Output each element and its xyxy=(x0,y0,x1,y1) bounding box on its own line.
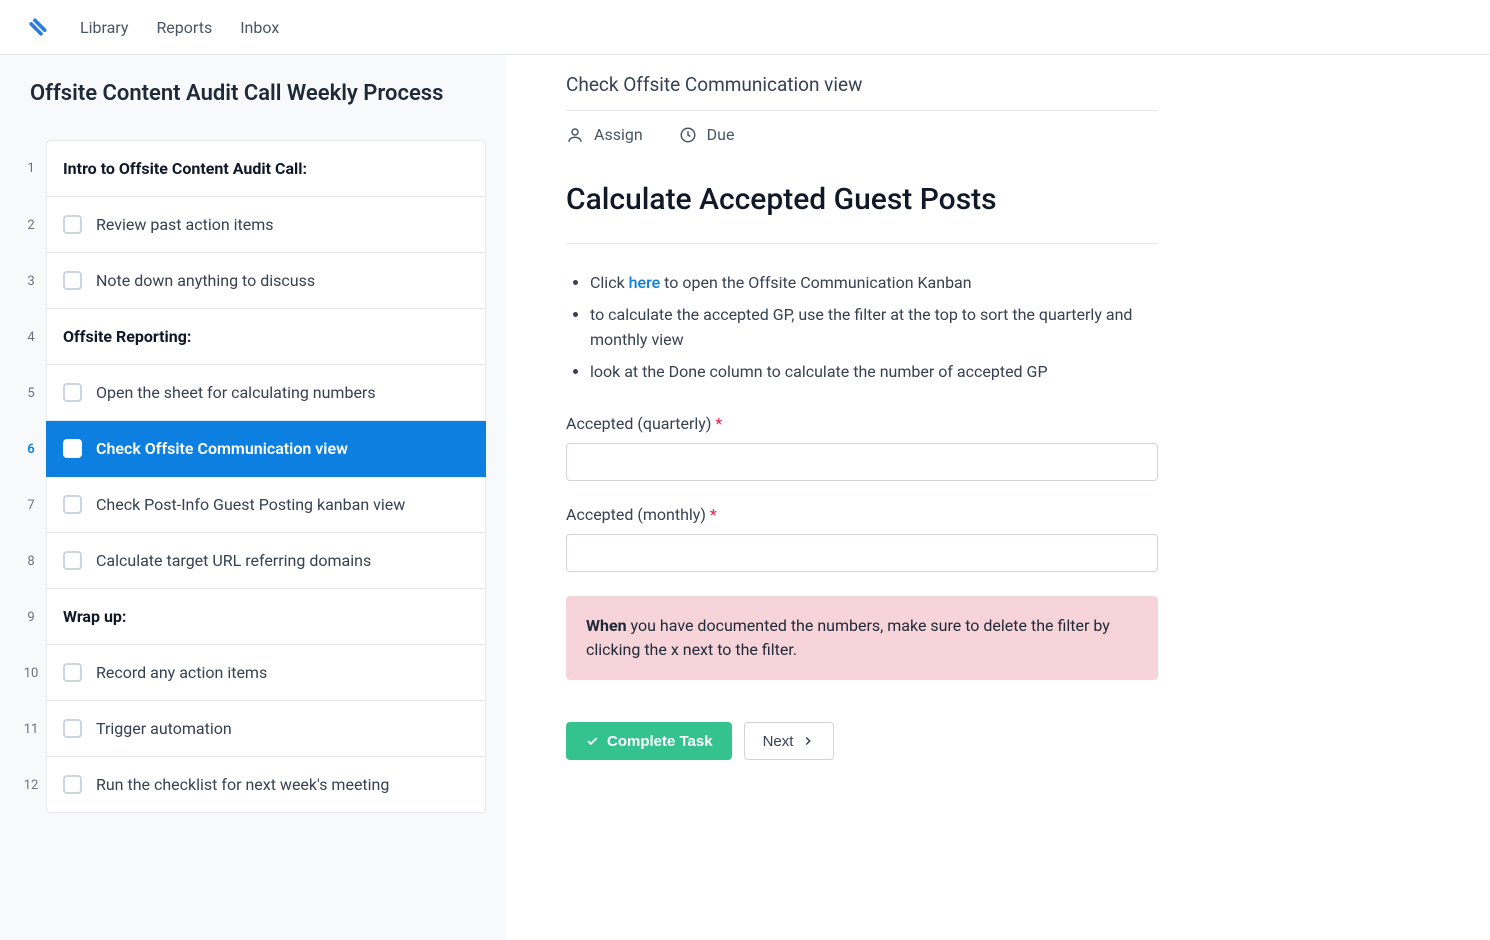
step-row: 12 Run the checklist for next week's meet… xyxy=(16,757,486,813)
instructions-list: Click here to open the Offsite Communica… xyxy=(566,270,1158,384)
step-checkbox[interactable] xyxy=(63,383,82,402)
step-item[interactable]: Note down anything to discuss xyxy=(46,253,486,309)
step-label: Calculate target URL referring domains xyxy=(96,551,371,570)
step-label: Trigger automation xyxy=(96,719,232,738)
task-actions: Complete Task Next xyxy=(566,722,1158,760)
instruction-item: look at the Done column to calculate the… xyxy=(590,359,1158,385)
assign-label: Assign xyxy=(594,125,643,144)
user-icon xyxy=(566,126,584,144)
main-nav: Library Reports Inbox xyxy=(80,18,279,37)
step-label: Check Post-Info Guest Posting kanban vie… xyxy=(96,495,405,514)
clock-icon xyxy=(679,126,697,144)
step-checkbox[interactable] xyxy=(63,215,82,234)
step-checkbox[interactable] xyxy=(63,495,82,514)
step-checkbox[interactable] xyxy=(63,719,82,738)
field-accepted-monthly: Accepted (monthly) * xyxy=(566,505,1158,572)
task-breadcrumb: Check Offsite Communication view xyxy=(566,73,1158,111)
step-label: Review past action items xyxy=(96,215,274,234)
step-heading: Offsite Reporting: xyxy=(46,309,486,365)
nav-reports[interactable]: Reports xyxy=(156,18,212,37)
step-row: 6 Check Offsite Communication view xyxy=(16,421,486,477)
step-number: 12 xyxy=(16,757,46,813)
step-row: 2 Review past action items xyxy=(16,197,486,253)
step-row: 7 Check Post-Info Guest Posting kanban vi… xyxy=(16,477,486,533)
accepted-monthly-input[interactable] xyxy=(566,534,1158,572)
step-checkbox[interactable] xyxy=(63,271,82,290)
step-label: Open the sheet for calculating numbers xyxy=(96,383,376,402)
step-number: 4 xyxy=(16,309,46,365)
step-item[interactable]: Review past action items xyxy=(46,197,486,253)
step-number: 2 xyxy=(16,197,46,253)
step-number: 3 xyxy=(16,253,46,309)
field-accepted-quarterly: Accepted (quarterly) * xyxy=(566,414,1158,481)
step-row: 4 Offsite Reporting: xyxy=(16,309,486,365)
step-checkbox[interactable] xyxy=(63,551,82,570)
step-item[interactable]: Run the checklist for next week's meetin… xyxy=(46,757,486,813)
step-item[interactable]: Record any action items xyxy=(46,645,486,701)
field-label: Accepted (monthly) * xyxy=(566,505,1158,524)
step-label: Record any action items xyxy=(96,663,267,682)
step-label: Wrap up: xyxy=(63,607,126,626)
step-number: 7 xyxy=(16,477,46,533)
section-title: Calculate Accepted Guest Posts xyxy=(566,182,1158,244)
step-item[interactable]: Trigger automation xyxy=(46,701,486,757)
step-item[interactable]: Calculate target URL referring domains xyxy=(46,533,486,589)
step-checkbox[interactable] xyxy=(63,439,82,458)
step-checkbox[interactable] xyxy=(63,775,82,794)
step-heading: Intro to Offsite Content Audit Call: xyxy=(46,140,486,197)
step-checkbox[interactable] xyxy=(63,663,82,682)
step-number: 10 xyxy=(16,645,46,701)
step-row: 1 Intro to Offsite Content Audit Call: xyxy=(16,140,486,197)
app-header: Library Reports Inbox xyxy=(0,0,1490,55)
step-number: 5 xyxy=(16,365,46,421)
accepted-quarterly-input[interactable] xyxy=(566,443,1158,481)
step-item[interactable]: Open the sheet for calculating numbers xyxy=(46,365,486,421)
process-title: Offsite Content Audit Call Weekly Proces… xyxy=(30,81,486,106)
step-row: 11 Trigger automation xyxy=(16,701,486,757)
app-logo[interactable] xyxy=(24,13,52,41)
instruction-item: to calculate the accepted GP, use the fi… xyxy=(590,302,1158,353)
check-icon xyxy=(585,734,599,748)
field-label: Accepted (quarterly) * xyxy=(566,414,1158,433)
step-row: 8 Calculate target URL referring domains xyxy=(16,533,486,589)
step-heading: Wrap up: xyxy=(46,589,486,645)
step-label: Offsite Reporting: xyxy=(63,327,191,346)
step-list: 1 Intro to Offsite Content Audit Call: 2 Re… xyxy=(16,140,486,813)
step-label: Note down anything to discuss xyxy=(96,271,315,290)
checklist-sidebar: Offsite Content Audit Call Weekly Proces… xyxy=(0,55,506,940)
assign-button[interactable]: Assign xyxy=(566,125,643,144)
instruction-item: Click here to open the Offsite Communica… xyxy=(590,270,1158,296)
step-row: 10 Record any action items xyxy=(16,645,486,701)
step-number: 1 xyxy=(16,140,46,197)
due-label: Due xyxy=(707,125,735,144)
chevron-right-icon xyxy=(801,734,815,748)
nav-inbox[interactable]: Inbox xyxy=(240,18,279,37)
due-button[interactable]: Due xyxy=(679,125,735,144)
step-label: Intro to Offsite Content Audit Call: xyxy=(63,159,307,178)
next-label: Next xyxy=(763,733,794,750)
task-detail: Check Offsite Communication view Assign … xyxy=(506,55,1490,940)
next-button[interactable]: Next xyxy=(744,722,835,760)
step-label: Run the checklist for next week's meetin… xyxy=(96,775,389,794)
kanban-link[interactable]: here xyxy=(629,273,661,292)
step-label: Check Offsite Communication view xyxy=(96,439,348,458)
nav-library[interactable]: Library xyxy=(80,18,128,37)
complete-task-button[interactable]: Complete Task xyxy=(566,722,732,760)
step-item[interactable]: Check Offsite Communication view xyxy=(46,421,486,477)
step-number: 6 xyxy=(16,421,46,477)
step-row: 3 Note down anything to discuss xyxy=(16,253,486,309)
step-number: 9 xyxy=(16,589,46,645)
step-item[interactable]: Check Post-Info Guest Posting kanban vie… xyxy=(46,477,486,533)
warning-callout: When you have documented the numbers, ma… xyxy=(566,596,1158,680)
step-number: 8 xyxy=(16,533,46,589)
step-number: 11 xyxy=(16,701,46,757)
logo-icon xyxy=(24,13,52,41)
complete-label: Complete Task xyxy=(607,733,713,750)
step-row: 5 Open the sheet for calculating numbers xyxy=(16,365,486,421)
step-row: 9 Wrap up: xyxy=(16,589,486,645)
task-meta-row: Assign Due xyxy=(566,125,1158,144)
